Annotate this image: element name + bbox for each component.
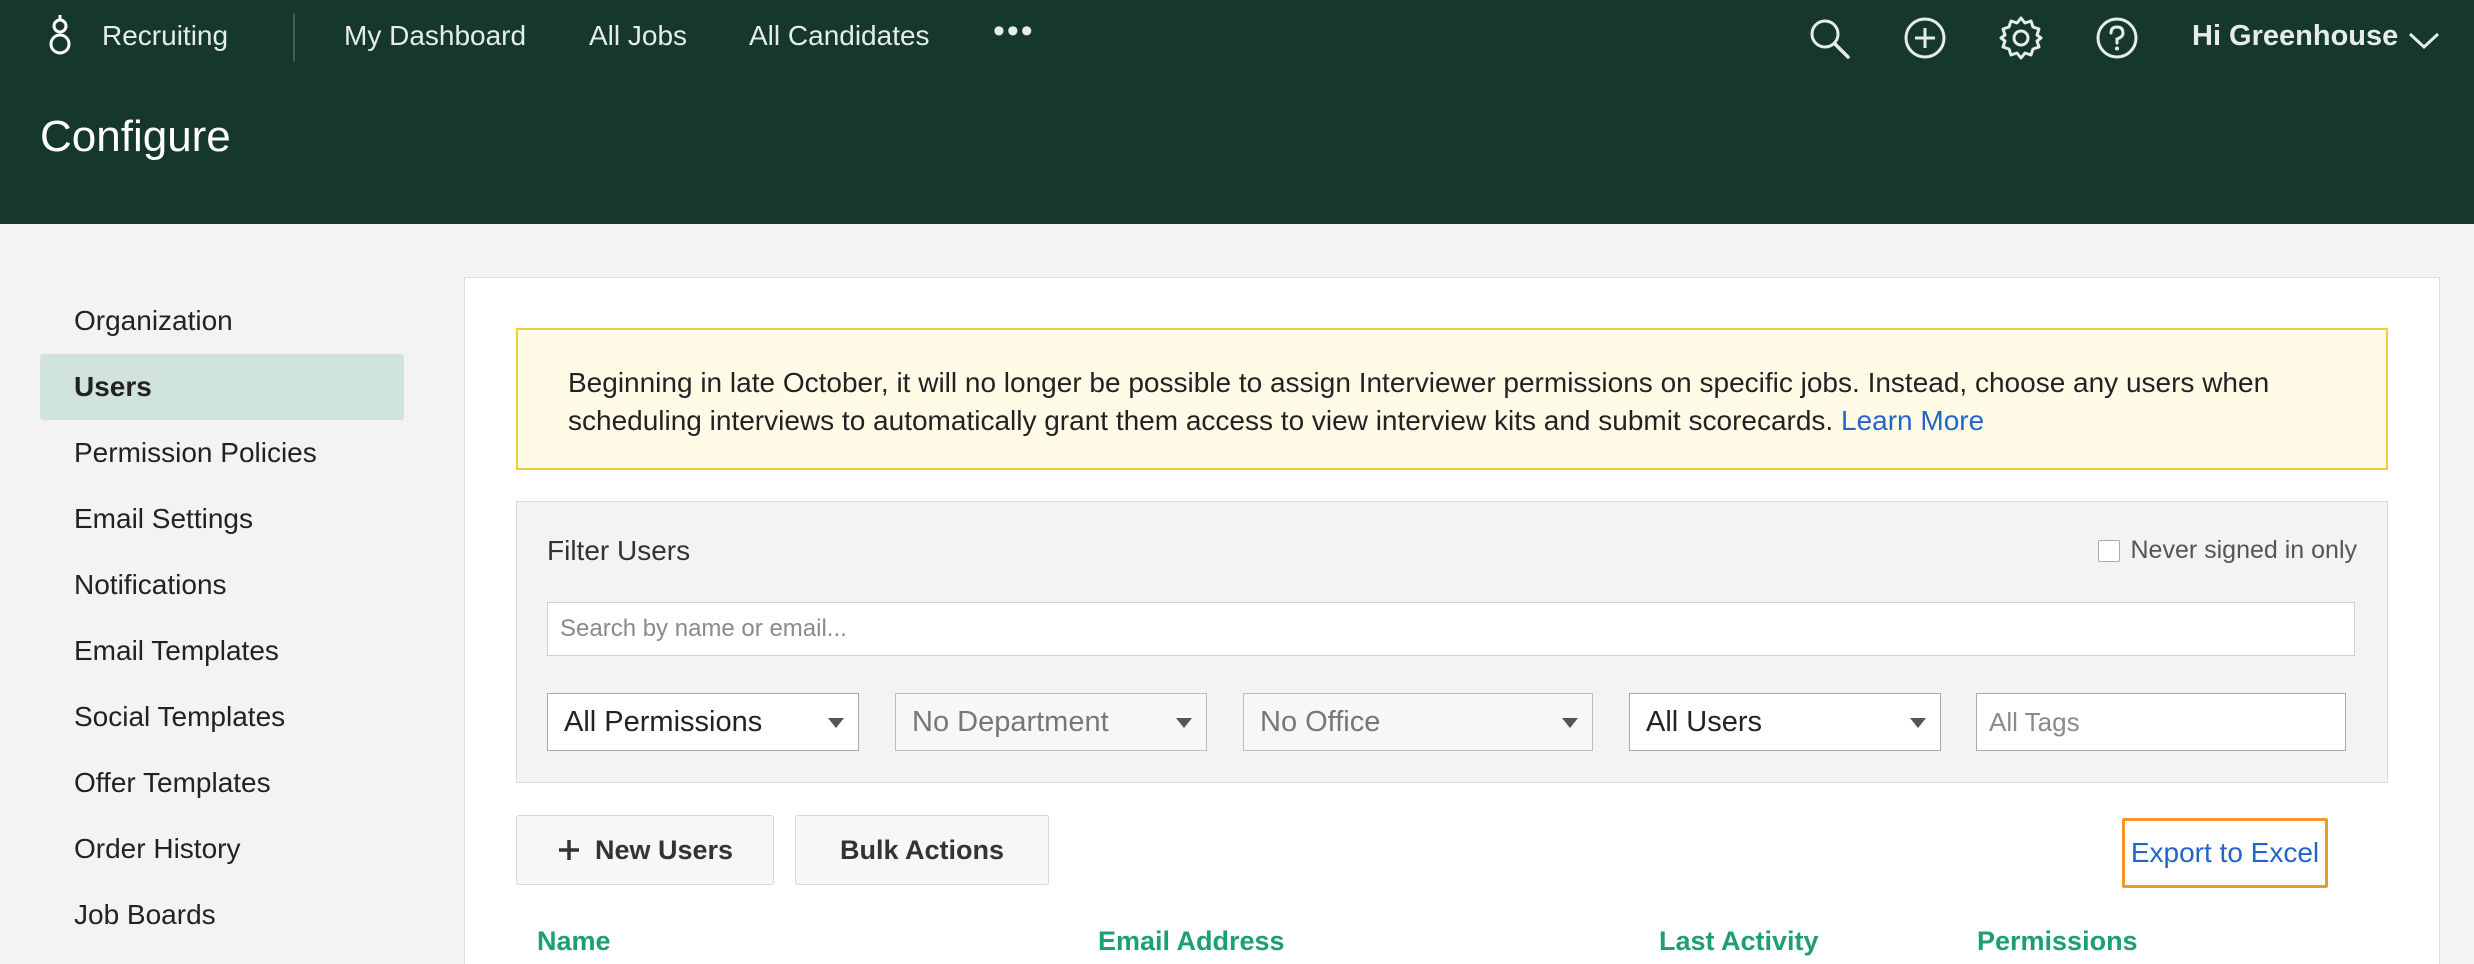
user-menu-greeting[interactable]: Hi Greenhouse — [2192, 20, 2398, 53]
office-select-value: No Office — [1260, 706, 1381, 738]
greenhouse-logo-icon[interactable] — [45, 12, 75, 62]
column-header-last-activity[interactable]: Last Activity — [1659, 926, 1819, 957]
gear-icon[interactable] — [1998, 15, 2044, 61]
sidebar-item-notifications[interactable]: Notifications — [40, 552, 404, 618]
header-divider — [293, 14, 295, 62]
bulk-actions-label: Bulk Actions — [839, 834, 1005, 865]
chevron-down-icon[interactable] — [2406, 28, 2442, 52]
top-header: Recruiting My Dashboard All Jobs All Can… — [0, 0, 2474, 224]
column-header-email[interactable]: Email Address — [1098, 926, 1285, 957]
never-signed-in-filter: Never signed in only — [2098, 536, 2357, 565]
column-header-name[interactable]: Name — [537, 926, 611, 957]
sidebar-item-job-boards[interactable]: Job Boards — [40, 882, 404, 948]
users-status-select[interactable]: All Users — [1629, 693, 1941, 751]
search-icon[interactable] — [1806, 15, 1852, 61]
new-users-label: New Users — [594, 834, 734, 865]
learn-more-link[interactable]: Learn More — [1841, 405, 1984, 436]
sidebar-item-organization[interactable]: Organization — [40, 288, 404, 354]
department-select-value: No Department — [912, 706, 1109, 738]
new-users-button[interactable]: New Users — [516, 815, 774, 885]
filter-users-box: Filter Users Never signed in only All Pe… — [516, 501, 2388, 783]
sidebar-item-email-settings[interactable]: Email Settings — [40, 486, 404, 552]
users-panel: Beginning in late October, it will no lo… — [464, 277, 2440, 964]
permissions-notice-banner: Beginning in late October, it will no lo… — [516, 328, 2388, 470]
never-signed-in-label[interactable]: Never signed in only — [2130, 536, 2357, 565]
dropdown-arrow-icon — [1562, 718, 1578, 728]
sidebar-item-users[interactable]: Users — [40, 354, 404, 420]
search-users-input[interactable] — [547, 602, 2355, 656]
never-signed-in-checkbox[interactable] — [2098, 539, 2121, 562]
sidebar-item-offer-templates[interactable]: Offer Templates — [40, 750, 404, 816]
export-label: Export to Excel — [2130, 837, 2320, 868]
department-select[interactable]: No Department — [895, 693, 1207, 751]
tags-input[interactable] — [1976, 693, 2346, 751]
page-title: Configure — [40, 112, 231, 161]
sidebar-item-email-templates[interactable]: Email Templates — [40, 618, 404, 684]
permissions-select-value: All Permissions — [564, 706, 763, 738]
dropdown-arrow-icon — [828, 718, 844, 728]
dropdown-arrow-icon — [1910, 718, 1926, 728]
add-circle-icon[interactable] — [1902, 15, 1948, 61]
bulk-actions-button[interactable]: Bulk Actions — [795, 815, 1049, 885]
export-to-excel-button[interactable]: Export to Excel — [2122, 818, 2328, 888]
plus-icon — [558, 840, 579, 860]
office-select[interactable]: No Office — [1243, 693, 1593, 751]
nav-my-dashboard[interactable]: My Dashboard — [344, 20, 526, 52]
sidebar-item-social-templates[interactable]: Social Templates — [40, 684, 404, 750]
nav-all-jobs[interactable]: All Jobs — [589, 20, 687, 52]
help-icon[interactable] — [2094, 15, 2140, 61]
more-menu-button[interactable]: ••• — [993, 12, 1035, 51]
sidebar-item-order-history[interactable]: Order History — [40, 816, 404, 882]
configure-sidebar: Organization Users Permission Policies E… — [40, 288, 404, 948]
filter-title: Filter Users — [547, 535, 691, 566]
permissions-select[interactable]: All Permissions — [547, 693, 859, 751]
users-status-select-value: All Users — [1646, 706, 1763, 738]
nav-all-candidates[interactable]: All Candidates — [749, 20, 930, 52]
sidebar-item-permission-policies[interactable]: Permission Policies — [40, 420, 404, 486]
notice-text: Beginning in late October, it will no lo… — [568, 367, 2270, 436]
column-header-permissions[interactable]: Permissions — [1977, 926, 2138, 957]
brand-name[interactable]: Recruiting — [102, 20, 228, 52]
dropdown-arrow-icon — [1176, 718, 1192, 728]
